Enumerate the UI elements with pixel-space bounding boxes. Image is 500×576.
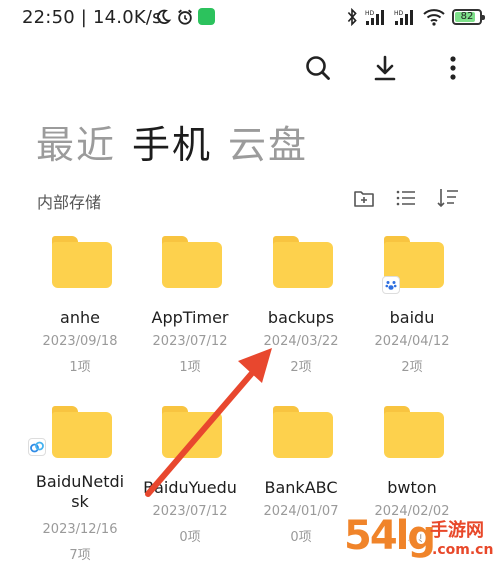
baidu-netdisk-icon [28, 438, 46, 456]
folder-name: bwton [387, 478, 437, 497]
bluetooth-icon [347, 8, 357, 26]
watermark-logo: 54lg 手游网 .com.cn [344, 512, 494, 570]
status-time: 22:50 | 14.0K/s [22, 7, 162, 28]
tab-phone[interactable]: 手机 [132, 114, 212, 169]
folder-name: baidu [389, 308, 435, 327]
folder-name: backups [267, 308, 335, 327]
folder-count: 1项 [179, 360, 201, 375]
folder-icon [162, 406, 222, 458]
wifi-icon [423, 9, 445, 26]
sort-button[interactable] [436, 187, 460, 211]
watermark-domain: .com.cn [432, 542, 494, 558]
svg-text:HD: HD [365, 10, 375, 17]
watermark-big: 54lg [344, 513, 436, 559]
folder-icon [52, 236, 112, 288]
list-view-button[interactable] [395, 187, 419, 211]
moon-icon [157, 9, 172, 25]
sort-icon [437, 189, 458, 208]
watermark-site-name: 手游网 [430, 520, 484, 541]
status-bar: 22:50 | 14.0K/s HD HD 82 [0, 0, 500, 36]
battery-icon: 82 [452, 9, 485, 25]
folder-date: 2024/03/22 [263, 334, 339, 349]
list-view-icon [396, 190, 415, 206]
view-tabs: 最近 手机 云盘 [36, 114, 308, 169]
folder-name: BaiduNetdi sk [24, 472, 136, 512]
folder-date: 2023/09/18 [42, 334, 118, 349]
folder-date: 2024/01/07 [263, 504, 339, 519]
folder-name-line2: sk [71, 492, 89, 511]
search-button[interactable] [301, 51, 335, 85]
tab-cloud[interactable]: 云盘 [228, 114, 308, 169]
download-icon [374, 55, 396, 81]
tab-recent[interactable]: 最近 [36, 114, 116, 169]
folder-icon [52, 406, 112, 458]
status-icons-left [154, 8, 215, 26]
folder-name: BankABC [264, 478, 338, 497]
clock-text: 22:50 [22, 7, 75, 28]
folder-name-line1: BaiduNetdi [35, 472, 125, 491]
more-button[interactable] [436, 51, 470, 85]
battery-level: 82 [460, 11, 474, 22]
new-folder-button[interactable] [353, 187, 377, 211]
new-folder-icon [354, 191, 374, 207]
folder-icon [273, 406, 333, 458]
folder-icon [273, 236, 333, 288]
folder-icon [162, 236, 222, 288]
folder-count: 7项 [69, 548, 91, 563]
folder-count: 0项 [290, 530, 312, 545]
svg-text:HD: HD [394, 10, 404, 17]
network-speed: 14.0K/s [92, 7, 162, 28]
folder-count: 2项 [401, 360, 423, 375]
section-title: 内部存储 [37, 193, 102, 212]
folder-date: 2024/04/12 [374, 334, 450, 349]
folder-name: BaiduYuedu [143, 478, 237, 497]
alarm-icon [178, 9, 192, 25]
baidu-paw-icon [382, 276, 400, 294]
folder-date: 2023/07/12 [152, 504, 228, 519]
status-icons-right: HD HD 82 [346, 8, 485, 26]
folder-count: 0项 [179, 530, 201, 545]
folder-name: AppTimer [151, 308, 229, 327]
folder-count: 1项 [69, 360, 91, 375]
folder-name: anhe [60, 308, 100, 327]
folder-date: 2023/07/12 [152, 334, 228, 349]
signal-hd-icon: HD [394, 10, 413, 25]
search-icon [306, 56, 330, 80]
folder-date: 2023/12/16 [42, 522, 118, 537]
download-button[interactable] [368, 51, 402, 85]
more-vertical-icon [450, 56, 456, 80]
folder-icon [384, 406, 444, 458]
signal-hd-icon: HD [365, 10, 384, 25]
wechat-icon [198, 8, 215, 25]
folder-count: 2项 [290, 360, 312, 375]
